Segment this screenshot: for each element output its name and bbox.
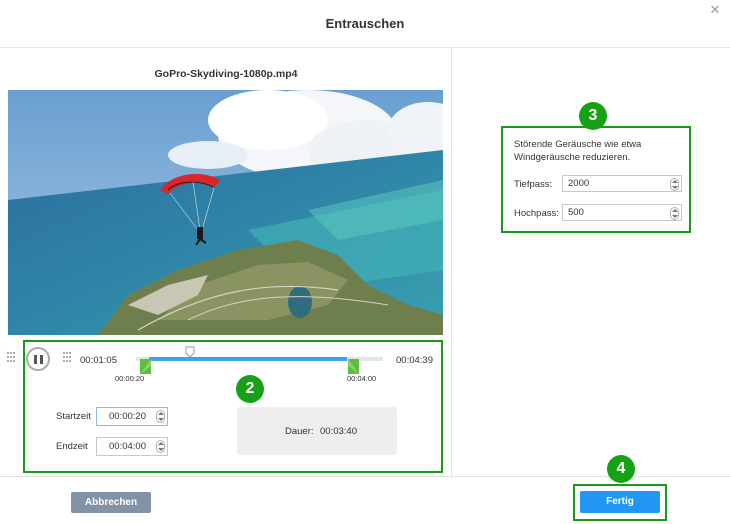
callout-box-4 — [573, 484, 667, 521]
dialog-title: Entrauschen — [325, 16, 405, 31]
cancel-button[interactable]: Abbrechen — [71, 492, 151, 513]
callout-box-2 — [23, 340, 443, 473]
callout-badge-4: 4 — [607, 455, 635, 483]
denoise-dialog: Entrauschen ✕ GoPro-Skydiving-1080p.mp4 — [0, 0, 730, 524]
callout-box-3 — [501, 126, 691, 233]
video-frame-image — [8, 90, 443, 335]
callout-badge-3: 3 — [579, 102, 607, 130]
title-bar: Entrauschen ✕ — [0, 0, 730, 48]
callout-badge-2: 2 — [236, 375, 264, 403]
video-preview[interactable] — [8, 90, 443, 335]
close-icon[interactable]: ✕ — [708, 3, 722, 17]
video-filename: GoPro-Skydiving-1080p.mp4 — [154, 68, 298, 80]
grip-icon[interactable] — [7, 352, 16, 364]
